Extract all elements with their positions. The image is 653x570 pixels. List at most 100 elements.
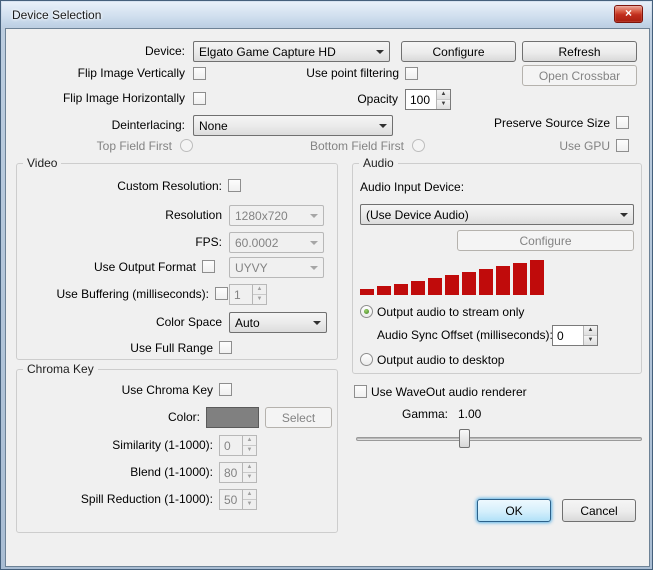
device-selection-dialog: Device Selection × Video Chroma Key Audi… <box>0 0 653 570</box>
use-gpu-label: Use GPU <box>559 139 610 153</box>
spill-reduction-value: 50 <box>224 493 238 507</box>
chevron-down-icon <box>313 321 321 325</box>
fps-label: FPS: <box>195 235 222 249</box>
opacity-value: 100 <box>410 93 431 107</box>
chevron-down-icon <box>310 214 318 218</box>
ok-button[interactable]: OK <box>477 499 551 522</box>
cancel-button[interactable]: Cancel <box>562 499 636 522</box>
output-format-checkbox[interactable] <box>202 260 215 273</box>
spin-up-icon[interactable]: ▲ <box>584 326 597 336</box>
output-stream-only-radio[interactable] <box>360 305 373 318</box>
device-select[interactable]: Elgato Game Capture HD <box>193 41 390 62</box>
flip-horizontal-label: Flip Image Horizontally <box>62 91 185 105</box>
spill-reduction-stepper[interactable]: 50 ▲ ▼ <box>219 489 257 510</box>
spin-down-icon[interactable]: ▼ <box>243 500 256 509</box>
chevron-down-icon <box>376 50 384 54</box>
audio-configure-button[interactable]: Configure <box>457 230 634 251</box>
resolution-value: 1280x720 <box>235 209 288 223</box>
meter-bar <box>394 284 408 295</box>
spin-up-icon[interactable]: ▲ <box>243 436 256 446</box>
configure-button[interactable]: Configure <box>401 41 516 62</box>
opacity-label: Opacity <box>357 92 398 106</box>
sync-offset-stepper[interactable]: 0 ▲ ▼ <box>552 325 598 346</box>
blend-stepper[interactable]: 80 ▲ ▼ <box>219 462 257 483</box>
spin-down-icon[interactable]: ▼ <box>253 295 266 304</box>
output-format-label: Use Output Format <box>93 260 196 274</box>
resolution-label: Resolution <box>165 208 222 222</box>
similarity-label: Similarity (1-1000): <box>112 438 213 452</box>
sync-offset-value: 0 <box>557 329 564 343</box>
buffering-checkbox[interactable] <box>215 287 228 300</box>
flip-vertical-checkbox[interactable] <box>193 67 206 80</box>
bottom-field-first-radio[interactable] <box>412 139 425 152</box>
refresh-button[interactable]: Refresh <box>522 41 637 62</box>
use-gpu-checkbox[interactable] <box>616 139 629 152</box>
audio-input-device-value: (Use Device Audio) <box>366 208 469 222</box>
spin-down-icon[interactable]: ▼ <box>243 473 256 482</box>
close-button[interactable]: × <box>614 5 643 23</box>
meter-bar <box>360 289 374 295</box>
device-label: Device: <box>144 44 185 58</box>
opacity-stepper[interactable]: 100 ▲ ▼ <box>405 89 451 110</box>
deinterlacing-select[interactable]: None <box>193 115 393 136</box>
resolution-select[interactable]: 1280x720 <box>229 205 324 226</box>
custom-resolution-checkbox[interactable] <box>228 179 241 192</box>
open-crossbar-button[interactable]: Open Crossbar <box>522 65 637 86</box>
flip-horizontal-checkbox[interactable] <box>193 92 206 105</box>
output-format-value: UYVY <box>235 261 268 275</box>
meter-bar <box>428 278 442 295</box>
spin-up-icon[interactable]: ▲ <box>437 90 450 100</box>
top-field-first-radio[interactable] <box>180 139 193 152</box>
meter-bar <box>377 286 391 295</box>
bottom-field-first-label: Bottom Field First <box>309 139 404 153</box>
radio-dot <box>364 309 369 314</box>
blend-value: 80 <box>224 466 238 480</box>
output-desktop-radio[interactable] <box>360 353 373 366</box>
use-chroma-key-checkbox[interactable] <box>219 383 232 396</box>
dialog-content: Video Chroma Key Audio Device: Elgato Ga… <box>5 28 650 567</box>
color-space-label: Color Space <box>155 315 222 329</box>
waveout-checkbox[interactable] <box>354 385 367 398</box>
full-range-label: Use Full Range <box>130 341 213 355</box>
similarity-value: 0 <box>224 439 231 453</box>
meter-bar <box>530 260 544 295</box>
gamma-slider-track[interactable] <box>356 437 642 441</box>
waveout-label: Use WaveOut audio renderer <box>371 385 527 399</box>
device-select-value: Elgato Game Capture HD <box>199 45 336 59</box>
full-range-checkbox[interactable] <box>219 341 232 354</box>
color-space-value: Auto <box>235 316 260 330</box>
spin-down-icon[interactable]: ▼ <box>584 336 597 345</box>
spin-up-icon[interactable]: ▲ <box>253 285 266 295</box>
top-field-first-label: Top Field First <box>96 139 172 153</box>
chroma-color-label: Color: <box>167 410 200 424</box>
gamma-label: Gamma: <box>402 407 449 421</box>
audio-input-device-select[interactable]: (Use Device Audio) <box>360 204 634 225</box>
sync-offset-label: Audio Sync Offset (milliseconds): <box>377 328 553 342</box>
spin-up-icon[interactable]: ▲ <box>243 490 256 500</box>
buffering-label: Use Buffering (milliseconds): <box>56 287 209 301</box>
audio-group-title: Audio <box>359 156 398 170</box>
volume-meter <box>360 257 544 295</box>
preserve-source-size-checkbox[interactable] <box>616 116 629 129</box>
gamma-slider-thumb[interactable] <box>459 429 470 448</box>
chroma-color-swatch[interactable] <box>206 407 259 428</box>
video-group-title: Video <box>23 156 62 170</box>
buffering-stepper[interactable]: 1 ▲ ▼ <box>229 284 267 305</box>
spin-up-icon[interactable]: ▲ <box>243 463 256 473</box>
color-space-select[interactable]: Auto <box>229 312 327 333</box>
similarity-stepper[interactable]: 0 ▲ ▼ <box>219 435 257 456</box>
spin-down-icon[interactable]: ▼ <box>437 100 450 109</box>
output-format-select[interactable]: UYVY <box>229 257 324 278</box>
use-chroma-key-label: Use Chroma Key <box>121 383 213 397</box>
point-filtering-label: Use point filtering <box>306 66 399 80</box>
meter-bar <box>496 266 510 295</box>
fps-select[interactable]: 60.0002 <box>229 232 324 253</box>
spin-down-icon[interactable]: ▼ <box>243 446 256 455</box>
point-filtering-checkbox[interactable] <box>405 67 418 80</box>
chroma-group-title: Chroma Key <box>23 362 98 376</box>
meter-bar <box>479 269 493 295</box>
output-stream-only-label: Output audio to stream only <box>377 305 525 319</box>
titlebar[interactable]: Device Selection <box>2 2 651 27</box>
chroma-color-select-button[interactable]: Select <box>265 407 332 428</box>
buffering-value: 1 <box>234 288 241 302</box>
